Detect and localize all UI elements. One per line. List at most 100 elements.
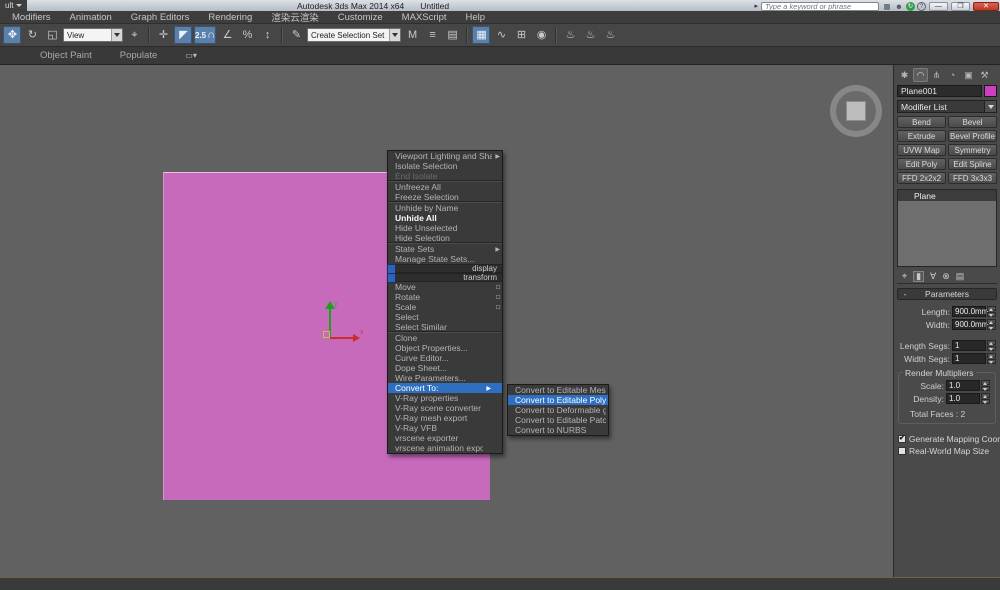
menu-hide-selection[interactable]: Hide Selection xyxy=(388,233,502,243)
quick-access-toolbar[interactable]: ult xyxy=(0,0,27,11)
menu-convert-to-editable-poly[interactable]: Convert to Editable Poly xyxy=(508,395,608,405)
tab-display[interactable]: ▣ xyxy=(961,68,976,82)
collapse-icon[interactable]: - xyxy=(898,289,912,299)
modifier-ffd-2x2x2-button[interactable]: FFD 2x2x2 xyxy=(897,172,946,184)
menu-isolate-selection[interactable]: Isolate Selection xyxy=(388,161,502,171)
search-flyout-icon[interactable]: ▸ xyxy=(754,2,758,10)
make-unique-icon[interactable]: ∀ xyxy=(930,272,936,281)
pin-stack-icon[interactable]: ⌖ xyxy=(902,272,907,281)
menu-scale[interactable]: Scale □ xyxy=(388,302,502,312)
select-and-manipulate-icon[interactable]: ✛ xyxy=(154,26,172,44)
parameters-rollout-header[interactable]: - Parameters xyxy=(897,288,997,300)
menu-vray-properties[interactable]: V-Ray properties xyxy=(388,393,502,403)
menu-object-properties[interactable]: Object Properties... xyxy=(388,343,502,353)
help-ring-icon[interactable]: ? xyxy=(917,2,926,11)
modifier-uvw-map-button[interactable]: UVW Map xyxy=(897,144,946,156)
select-object-icon[interactable]: ◤ xyxy=(174,26,192,44)
perspective-viewport[interactable]: x y Viewport Lighting and Shadows ▶ Isol… xyxy=(0,65,893,577)
object-name-field[interactable]: Plane001 xyxy=(897,85,982,97)
stack-item-plane[interactable]: Plane xyxy=(898,190,996,201)
maximize-button[interactable]: ❐ xyxy=(951,2,970,11)
menu-select[interactable]: Select xyxy=(388,312,502,322)
tab-create[interactable]: ✱ xyxy=(897,68,912,82)
sign-in-icon[interactable]: ☻ xyxy=(894,2,904,11)
select-and-scale-icon[interactable]: ◱ xyxy=(43,26,61,44)
render-production-icon[interactable]: ♨ xyxy=(601,26,619,44)
modifier-bevel-profile-button[interactable]: Bevel Profile xyxy=(948,130,997,142)
settings-box-icon[interactable]: □ xyxy=(491,294,500,301)
tab-modify[interactable]: ◠ xyxy=(913,68,928,82)
spinner[interactable] xyxy=(987,353,996,364)
menu-rotate[interactable]: Rotate □ xyxy=(388,292,502,302)
menu-end-isolate[interactable]: End Isolate xyxy=(388,171,502,181)
reference-coordinate-dropdown[interactable]: View xyxy=(63,28,123,42)
menu-convert-to-editable-patch[interactable]: Convert to Editable Patch xyxy=(508,415,608,425)
menu-convert-to[interactable]: Convert To: ▶ xyxy=(388,383,502,393)
checkbox-row[interactable]: Real-World Map Size xyxy=(898,445,996,457)
ribbon-tab-object-paint[interactable]: Object Paint xyxy=(40,50,92,61)
menu-graph-editors[interactable]: Graph Editors xyxy=(131,12,190,23)
menu-state-sets[interactable]: State Sets ▶ xyxy=(388,244,502,254)
schematic-view-icon[interactable]: ⊞ xyxy=(512,26,530,44)
material-editor-icon[interactable]: ◉ xyxy=(532,26,550,44)
menu-vray-mesh-export[interactable]: V-Ray mesh export xyxy=(388,413,502,423)
use-pivot-point-icon[interactable]: ⌖ xyxy=(125,26,143,44)
param-input[interactable]: 900.0mm xyxy=(952,306,986,317)
keyword-search-input[interactable] xyxy=(761,2,879,11)
tab-hierarchy[interactable]: ⋔ xyxy=(929,68,944,82)
dropdown-arrow-icon[interactable] xyxy=(389,29,400,41)
modifier-bend-button[interactable]: Bend xyxy=(897,116,946,128)
menu-rendering[interactable]: Rendering xyxy=(208,12,252,23)
menu-hide-unselected[interactable]: Hide Unselected xyxy=(388,223,502,233)
ribbon-collapse-icon[interactable]: ▭▾ xyxy=(185,51,197,60)
viewcube[interactable] xyxy=(830,85,882,137)
spinner[interactable] xyxy=(987,319,996,330)
modifier-edit-poly-button[interactable]: Edit Poly xyxy=(897,158,946,170)
remove-modifier-icon[interactable]: ⊗ xyxy=(942,272,950,281)
layer-manager-icon[interactable]: ▤ xyxy=(443,26,461,44)
configure-modifier-sets-icon[interactable]: ▤ xyxy=(956,272,965,281)
object-color-swatch[interactable] xyxy=(984,85,997,97)
menu-viewport-lighting-and-shadows[interactable]: Viewport Lighting and Shadows ▶ xyxy=(388,151,502,161)
param-input[interactable]: 1 xyxy=(952,340,986,351)
menu-vrscene-exporter[interactable]: vrscene exporter xyxy=(388,433,502,443)
minimize-button[interactable]: — xyxy=(929,2,948,11)
curve-editor-icon[interactable]: ∿ xyxy=(492,26,510,44)
menu-vray-scene-converter[interactable]: V-Ray scene converter xyxy=(388,403,502,413)
menu-clone[interactable]: Clone xyxy=(388,333,502,343)
menu-manage-state-sets[interactable]: Manage State Sets... xyxy=(388,254,502,264)
render-setup-icon[interactable]: ♨ xyxy=(561,26,579,44)
checkbox-row[interactable]: ✔ Generate Mapping Coords. xyxy=(898,433,996,445)
param-input[interactable]: 1.0 xyxy=(946,380,980,391)
modifier-stack[interactable]: Plane xyxy=(897,189,997,267)
spinner-snap-icon[interactable]: ↕ xyxy=(258,26,276,44)
tab-utilities[interactable]: ⚒ xyxy=(977,68,992,82)
param-input[interactable]: 900.0mm xyxy=(952,319,986,330)
percent-snap-icon[interactable]: % xyxy=(238,26,256,44)
ribbon-toggle-icon[interactable]: ▦ xyxy=(472,26,490,44)
gizmo-origin-handle[interactable] xyxy=(323,331,330,338)
align-icon[interactable]: ≡ xyxy=(423,26,441,44)
checkbox[interactable]: ✔ xyxy=(898,435,906,443)
snaps-toggle-icon[interactable]: 2.5∩ xyxy=(194,26,216,44)
settings-box-icon[interactable]: □ xyxy=(491,304,500,311)
menu-help[interactable]: Help xyxy=(466,12,486,23)
select-and-move-icon[interactable]: ✥ xyxy=(3,26,21,44)
menu-wire-parameters[interactable]: Wire Parameters... xyxy=(388,373,502,383)
ribbon-tab-populate[interactable]: Populate xyxy=(120,50,158,61)
menu-maxscript[interactable]: MAXScript xyxy=(402,12,447,23)
menu-curve-editor[interactable]: Curve Editor... xyxy=(388,353,502,363)
modifier-ffd-3x3x3-button[interactable]: FFD 3x3x3 xyxy=(948,172,997,184)
menu-move[interactable]: Move □ xyxy=(388,282,502,292)
keyboard-override-icon[interactable]: ✎ xyxy=(287,26,305,44)
dropdown-arrow-icon[interactable] xyxy=(984,101,996,112)
settings-box-icon[interactable]: □ xyxy=(491,284,500,291)
menu-convert-to-nurbs[interactable]: Convert to NURBS xyxy=(508,425,608,435)
modifier-bevel-button[interactable]: Bevel xyxy=(948,116,997,128)
communication-center-icon[interactable]: ↻ xyxy=(906,2,915,11)
menu-animation[interactable]: Animation xyxy=(70,12,112,23)
spinner[interactable] xyxy=(987,306,996,317)
checkbox[interactable] xyxy=(898,447,906,455)
show-end-result-icon[interactable]: ▮ xyxy=(913,271,924,282)
close-button[interactable]: ✕ xyxy=(973,2,999,11)
